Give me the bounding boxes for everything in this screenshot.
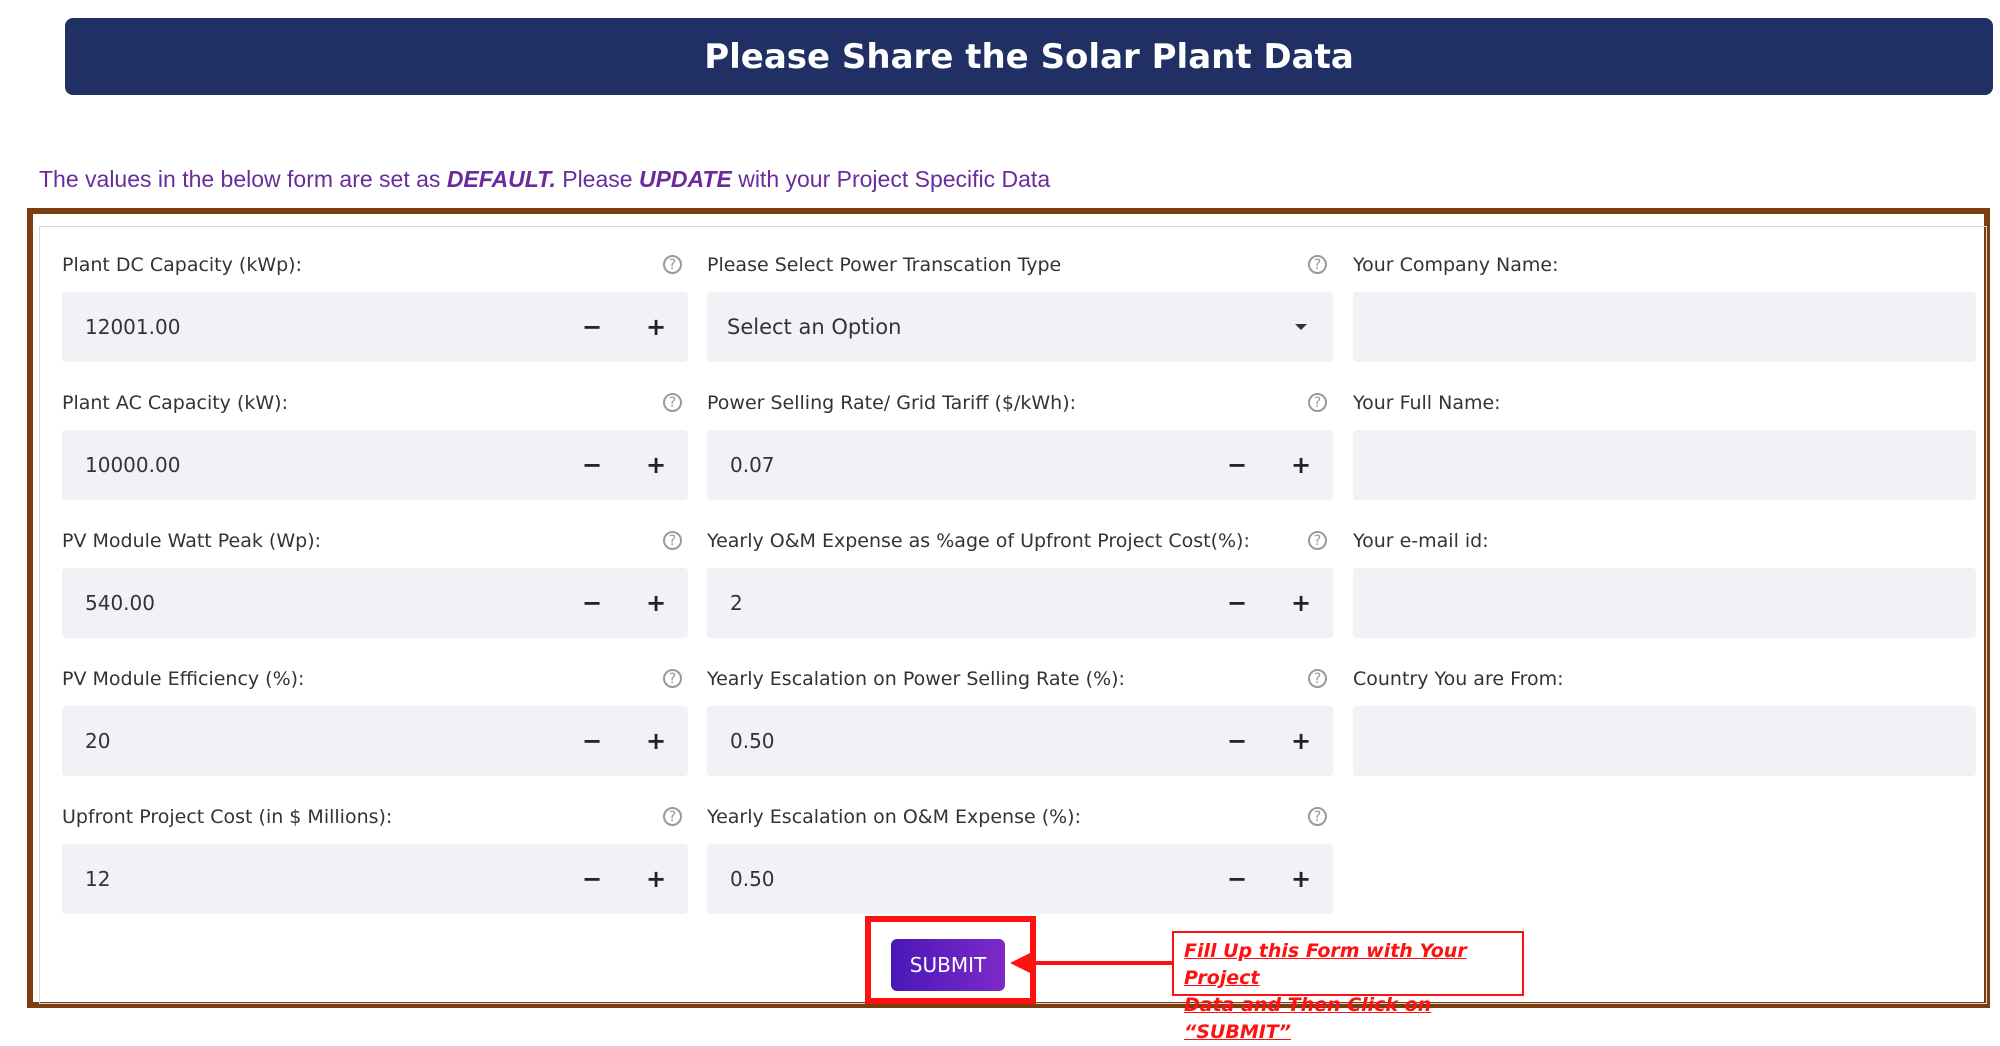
module-eff-value[interactable]: 20	[85, 706, 110, 776]
esc-om-label: Yearly Escalation on O&M Expense (%):	[707, 806, 1081, 828]
upfront-cost-input[interactable]: 12 − +	[62, 844, 688, 914]
full-name-input[interactable]	[1353, 430, 1976, 500]
module-watt-help-icon[interactable]: ?	[663, 531, 682, 550]
transaction-type-help-icon[interactable]: ?	[1308, 255, 1327, 274]
esc-selling-help-icon[interactable]: ?	[1308, 669, 1327, 688]
selling-rate-decrement-button[interactable]: −	[1205, 430, 1269, 500]
instructions-part1: The values in the below form are set as	[39, 166, 447, 192]
ac-capacity-help-icon[interactable]: ?	[663, 393, 682, 412]
ac-capacity-label: Plant AC Capacity (kW):	[62, 392, 288, 414]
module-eff-help-icon[interactable]: ?	[663, 669, 682, 688]
country-input[interactable]	[1353, 706, 1976, 776]
chevron-down-icon[interactable]	[1295, 324, 1307, 330]
esc-selling-increment-button[interactable]: +	[1269, 706, 1333, 776]
transaction-type-selected[interactable]: Select an Option	[727, 292, 901, 362]
ac-capacity-value[interactable]: 10000.00	[85, 430, 180, 500]
selling-rate-increment-button[interactable]: +	[1269, 430, 1333, 500]
module-watt-value[interactable]: 540.00	[85, 568, 155, 638]
selling-rate-input[interactable]: 0.07 − +	[707, 430, 1333, 500]
instructions-default: DEFAULT.	[446, 166, 556, 192]
selling-rate-value[interactable]: 0.07	[730, 430, 775, 500]
selling-rate-label: Power Selling Rate/ Grid Tariff ($/kWh):	[707, 392, 1077, 414]
esc-selling-decrement-button[interactable]: −	[1205, 706, 1269, 776]
module-watt-increment-button[interactable]: +	[624, 568, 688, 638]
esc-selling-label: Yearly Escalation on Power Selling Rate …	[707, 668, 1125, 690]
upfront-cost-help-icon[interactable]: ?	[663, 807, 682, 826]
instructions-part3: with your Project Specific Data	[731, 166, 1051, 192]
module-eff-input[interactable]: 20 − +	[62, 706, 688, 776]
esc-om-input[interactable]: 0.50 − +	[707, 844, 1333, 914]
ac-capacity-increment-button[interactable]: +	[624, 430, 688, 500]
om-expense-input[interactable]: 2 − +	[707, 568, 1333, 638]
module-eff-decrement-button[interactable]: −	[560, 706, 624, 776]
esc-selling-input[interactable]: 0.50 − +	[707, 706, 1333, 776]
dc-capacity-label: Plant DC Capacity (kWp):	[62, 254, 302, 276]
ac-capacity-decrement-button[interactable]: −	[560, 430, 624, 500]
om-expense-value[interactable]: 2	[730, 568, 743, 638]
esc-om-decrement-button[interactable]: −	[1205, 844, 1269, 914]
instructions-part2: Please	[555, 166, 639, 192]
selling-rate-help-icon[interactable]: ?	[1308, 393, 1327, 412]
esc-om-help-icon[interactable]: ?	[1308, 807, 1327, 826]
submit-button[interactable]: SUBMIT	[891, 939, 1005, 991]
esc-selling-value[interactable]: 0.50	[730, 706, 775, 776]
instructions-update: UPDATE	[638, 166, 732, 192]
upfront-cost-decrement-button[interactable]: −	[560, 844, 624, 914]
callout-line2: Data and Then Click on “SUBMIT”	[1184, 994, 1432, 1043]
module-eff-increment-button[interactable]: +	[624, 706, 688, 776]
page-title: Please Share the Solar Plant Data	[704, 36, 1354, 77]
dc-capacity-value[interactable]: 12001.00	[85, 292, 180, 362]
om-expense-help-icon[interactable]: ?	[1308, 531, 1327, 550]
module-eff-label: PV Module Efficiency (%):	[62, 668, 305, 690]
ac-capacity-input[interactable]: 10000.00 − +	[62, 430, 688, 500]
dc-capacity-input[interactable]: 12001.00 − +	[62, 292, 688, 362]
transaction-type-select[interactable]: Select an Option	[707, 292, 1333, 362]
module-watt-label: PV Module Watt Peak (Wp):	[62, 530, 322, 552]
callout-arrow-icon	[1010, 952, 1172, 974]
callout-box: Fill Up this Form with Your Project Data…	[1172, 931, 1524, 1043]
company-label: Your Company Name:	[1353, 254, 1559, 276]
esc-om-value[interactable]: 0.50	[730, 844, 775, 914]
upfront-cost-value[interactable]: 12	[85, 844, 110, 914]
callout-line1: Fill Up this Form with Your Project	[1184, 940, 1467, 989]
full-name-label: Your Full Name:	[1353, 392, 1501, 414]
email-input[interactable]	[1353, 568, 1976, 638]
country-label: Country You are From:	[1353, 668, 1564, 690]
om-expense-decrement-button[interactable]: −	[1205, 568, 1269, 638]
page-banner: Please Share the Solar Plant Data	[65, 18, 1993, 95]
company-input[interactable]	[1353, 292, 1976, 362]
upfront-cost-label: Upfront Project Cost (in $ Millions):	[62, 806, 393, 828]
module-watt-input[interactable]: 540.00 − +	[62, 568, 688, 638]
esc-om-increment-button[interactable]: +	[1269, 844, 1333, 914]
upfront-cost-increment-button[interactable]: +	[624, 844, 688, 914]
dc-capacity-help-icon[interactable]: ?	[663, 255, 682, 274]
dc-capacity-increment-button[interactable]: +	[624, 292, 688, 362]
om-expense-increment-button[interactable]: +	[1269, 568, 1333, 638]
dc-capacity-decrement-button[interactable]: −	[560, 292, 624, 362]
transaction-type-label: Please Select Power Transcation Type	[707, 254, 1062, 276]
module-watt-decrement-button[interactable]: −	[560, 568, 624, 638]
om-expense-label: Yearly O&M Expense as %age of Upfront Pr…	[707, 530, 1250, 552]
instructions-text: The values in the below form are set as …	[39, 166, 1050, 193]
email-label: Your e-mail id:	[1353, 530, 1489, 552]
